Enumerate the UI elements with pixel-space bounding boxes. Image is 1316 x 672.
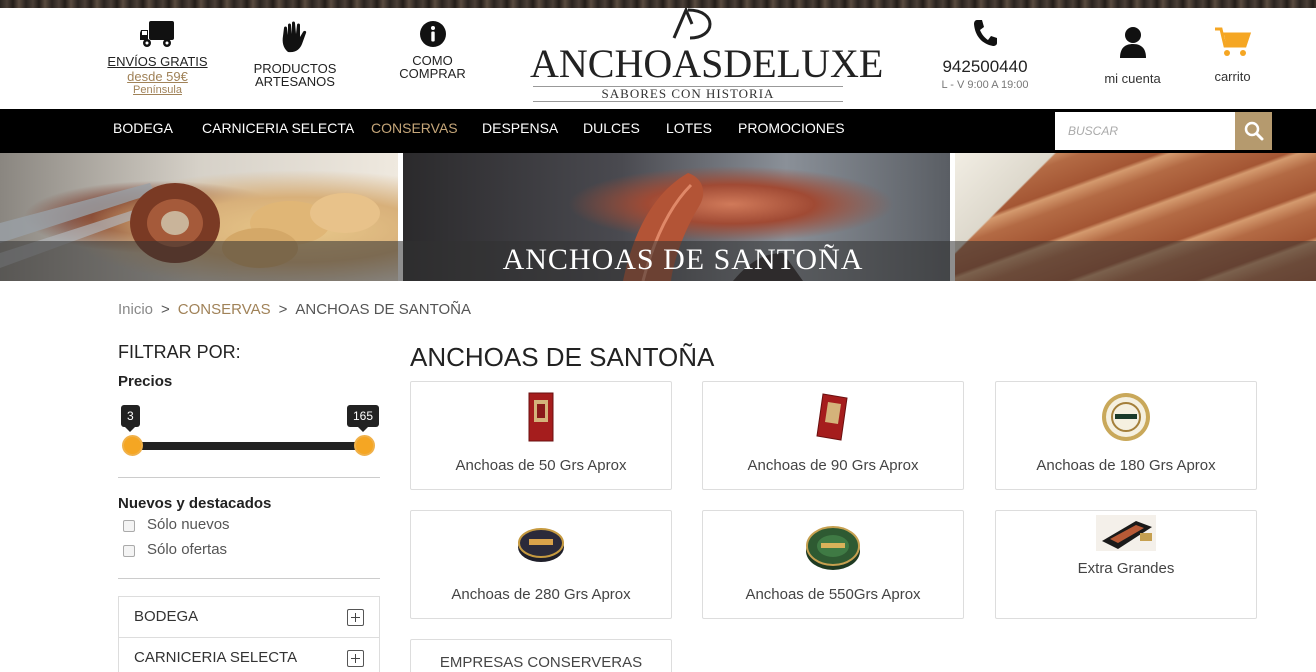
site-header: ENVÍOS GRATIS desde 59€ Península PRODUC… (0, 8, 1316, 109)
breadcrumb-category[interactable]: CONSERVAS (178, 301, 271, 318)
breadcrumb: Inicio > CONSERVAS > ANCHOAS DE SANTOÑA (118, 301, 471, 318)
price-max-tooltip: 165 (347, 405, 380, 432)
anchovy-can-90g-image (816, 393, 848, 441)
nav-item-promociones[interactable]: PROMOCIONES (738, 109, 845, 153)
search-icon (1244, 121, 1263, 141)
breadcrumb-current: ANCHOAS DE SANTOÑA (295, 301, 471, 318)
monogram-icon (672, 8, 712, 40)
page-title: ANCHOAS DE SANTOÑA (410, 342, 715, 372)
price-min-tooltip: 3 (121, 405, 140, 432)
category-item-bodega[interactable]: BODEGA (118, 596, 380, 638)
search-button[interactable] (1235, 112, 1272, 150)
product-name[interactable]: Anchoas de 90 Grs Aprox (703, 457, 963, 474)
only-offers-label[interactable]: Sólo ofertas (147, 541, 227, 558)
product-name[interactable]: Anchoas de 280 Grs Aprox (411, 586, 671, 603)
price-min-handle[interactable] (122, 435, 143, 456)
user-icon (1119, 27, 1146, 58)
product-name[interactable]: Anchoas de 180 Grs Aprox (996, 457, 1256, 474)
anchovy-tin-280g-image (518, 528, 564, 562)
only-new-label[interactable]: Sólo nuevos (147, 516, 230, 533)
divider (118, 578, 380, 579)
price-filter-title: Precios (118, 373, 173, 390)
anchovy-tin-180g-image (1102, 393, 1150, 441)
product-card[interactable]: Anchoas de 90 Grs Aprox (702, 381, 964, 490)
anchovy-tin-550g-image (806, 526, 860, 570)
divider (118, 477, 380, 478)
anchovy-can-50g-image (528, 392, 554, 442)
nav-item-lotes[interactable]: LOTES (666, 109, 712, 153)
phone-number[interactable]: 942500440 (925, 57, 1045, 77)
only-new-checkbox[interactable] (123, 520, 135, 532)
price-range-track[interactable] (132, 442, 365, 450)
artisan-products-label[interactable]: PRODUCTOS ARTESANOS (245, 62, 345, 88)
nav-item-bodega[interactable]: BODEGA (113, 109, 173, 153)
category-label: CARNICERIA SELECTA (134, 649, 298, 666)
search-input[interactable] (1055, 112, 1235, 150)
phone-icon (974, 20, 997, 46)
breadcrumb-separator: > (278, 301, 288, 318)
product-card[interactable]: Anchoas de 550Grs Aprox (702, 510, 964, 619)
free-shipping-region[interactable]: Península (100, 84, 215, 96)
product-card[interactable]: Anchoas de 280 Grs Aprox (410, 510, 672, 619)
nav-item-carniceria-selecta[interactable]: CARNICERIA SELECTA (202, 109, 354, 153)
truck-icon (139, 21, 174, 47)
logo-tagline: SABORES CON HISTORIA (533, 86, 843, 102)
cart-label[interactable]: carrito (1200, 69, 1265, 84)
extra-grandes-tray-image (1096, 515, 1156, 551)
account-link[interactable]: mi cuenta (1095, 26, 1170, 86)
account-label[interactable]: mi cuenta (1095, 71, 1170, 86)
category-banner: ANCHOAS DE SANTOÑA (0, 153, 1316, 281)
product-name[interactable]: Anchoas de 550Grs Aprox (703, 586, 963, 603)
artisan-products-block[interactable]: PRODUCTOS ARTESANOS (245, 20, 345, 88)
free-shipping-label[interactable]: ENVÍOS GRATIS (100, 54, 215, 69)
filter-title: FILTRAR POR: (118, 342, 241, 362)
expand-icon[interactable] (347, 609, 364, 626)
free-shipping-threshold[interactable]: desde 59€ (100, 69, 215, 84)
hand-icon (282, 21, 307, 53)
nav-item-conservas[interactable]: CONSERVAS (371, 109, 458, 153)
expand-icon[interactable] (347, 650, 364, 667)
category-label: BODEGA (134, 608, 199, 625)
site-logo[interactable]: ANCHOASDELUXE SABORES CON HISTORIA (530, 8, 884, 108)
product-card[interactable]: Anchoas de 50 Grs Aprox (410, 381, 672, 490)
wood-strip (0, 0, 1316, 8)
phone-hours: L - V 9:00 A 19:00 (941, 79, 1029, 91)
main-nav: BODEGA CARNICERIA SELECTA CONSERVAS DESP… (0, 109, 1316, 153)
product-card[interactable]: Anchoas de 180 Grs Aprox (995, 381, 1257, 490)
breadcrumb-separator: > (161, 301, 170, 318)
info-icon (419, 21, 446, 47)
cart-link[interactable]: carrito (1200, 26, 1265, 84)
product-name[interactable]: EMPRESAS CONSERVERAS (411, 654, 671, 671)
product-name[interactable]: Extra Grandes (996, 560, 1256, 577)
how-to-buy-block[interactable]: COMO COMPRAR (390, 20, 475, 80)
nav-item-dulces[interactable]: DULCES (583, 109, 640, 153)
cart-icon (1214, 27, 1251, 56)
logo-brand-text: ANCHOASDELUXE (530, 41, 884, 86)
breadcrumb-home[interactable]: Inicio (118, 301, 153, 318)
product-name[interactable]: Anchoas de 50 Grs Aprox (411, 457, 671, 474)
how-to-buy-label[interactable]: COMO COMPRAR (390, 54, 475, 80)
free-shipping-block[interactable]: ENVÍOS GRATIS desde 59€ Península (100, 18, 215, 96)
banner-title: ANCHOAS DE SANTOÑA (502, 243, 864, 276)
only-offers-checkbox[interactable] (123, 545, 135, 557)
product-card[interactable]: EMPRESAS CONSERVERAS (410, 639, 672, 672)
product-card[interactable]: Extra Grandes (995, 510, 1257, 619)
phone-block[interactable]: 942500440 L - V 9:00 A 19:00 (925, 18, 1045, 91)
category-item-carniceria-selecta[interactable]: CARNICERIA SELECTA (118, 637, 380, 672)
nav-item-despensa[interactable]: DESPENSA (482, 109, 558, 153)
new-featured-title: Nuevos y destacados (118, 495, 272, 512)
price-max-handle[interactable] (354, 435, 375, 456)
